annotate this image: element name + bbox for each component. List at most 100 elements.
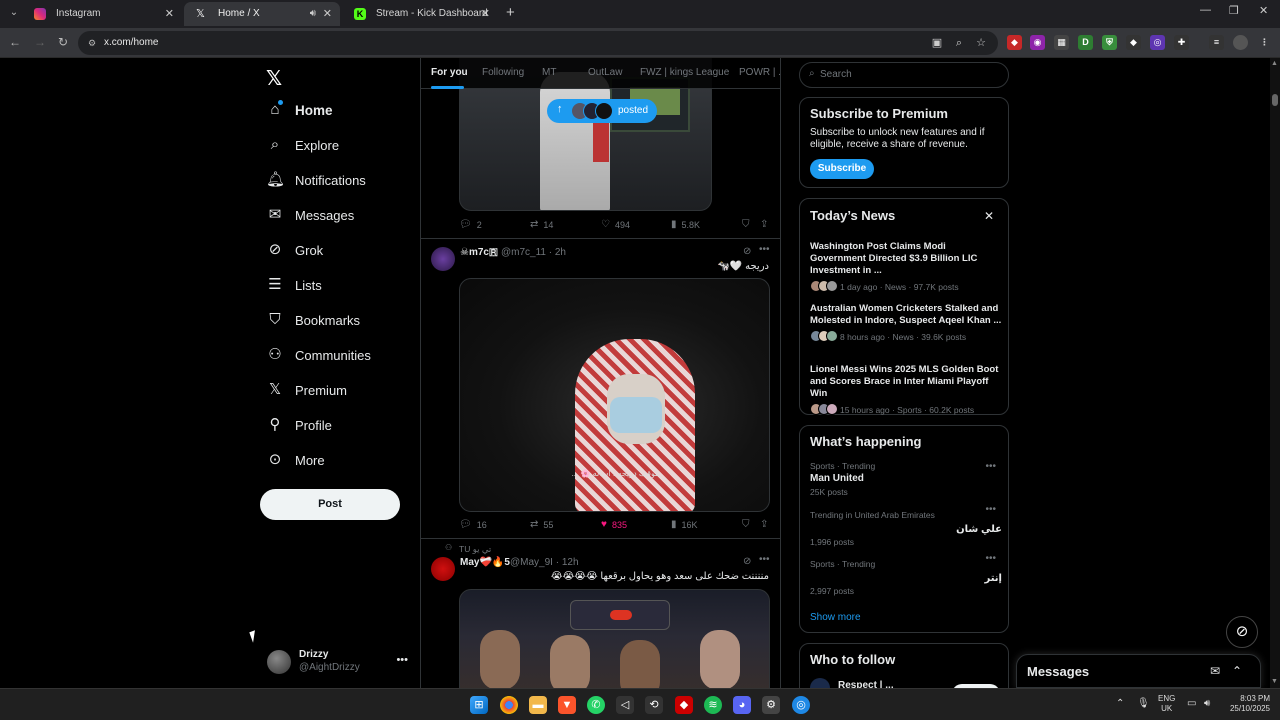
more-dots-icon[interactable]: ••• (985, 504, 996, 515)
app-icon[interactable]: ⟲ (645, 696, 663, 714)
news-item[interactable]: Washington Post Claims Modi Government D… (810, 241, 1002, 294)
scrollbar-thumb[interactable] (1272, 94, 1278, 106)
news-item[interactable]: Lionel Messi Wins 2025 MLS Golden Boot a… (810, 364, 1002, 417)
nav-messages[interactable]: ✉ Messages (266, 202, 355, 228)
subscribe-button[interactable]: Subscribe (810, 159, 874, 179)
bookmark-button[interactable]: ⛉ (742, 219, 755, 230)
close-tab-icon[interactable]: ✕ (481, 2, 490, 26)
nav-communities[interactable]: ⚇ Communities (266, 342, 371, 368)
x-logo-icon[interactable]: 𝕏 (266, 66, 282, 91)
more-dots-icon[interactable]: ••• (985, 461, 996, 472)
like-button[interactable]: ♡ 494 (601, 219, 630, 230)
forward-icon[interactable]: → (32, 34, 48, 50)
more-dots-icon[interactable]: ••• (759, 554, 770, 565)
zoom-icon[interactable]: ⌕ (952, 36, 966, 50)
extension-d-icon[interactable]: D (1078, 35, 1093, 50)
tab-fwz-kings-league[interactable]: FWZ | kings League (640, 67, 729, 78)
more-dots-icon[interactable]: ••• (396, 654, 408, 666)
extensions-puzzle-icon[interactable]: ✚ (1174, 35, 1189, 50)
nav-lists[interactable]: ☰ Lists (266, 272, 321, 298)
tab-mt[interactable]: MT (542, 67, 556, 78)
speaker-icon[interactable]: 🔊︎ (310, 2, 316, 26)
file-explorer-icon[interactable]: ▬ (529, 696, 547, 714)
avatar[interactable] (431, 557, 455, 581)
nav-bookmarks[interactable]: ⛉ Bookmarks (266, 307, 360, 333)
nav-explore[interactable]: ⌕ Explore (266, 132, 339, 158)
nav-more[interactable]: ⊙ More (266, 447, 325, 473)
extension-shield-icon[interactable]: ⛨ (1102, 35, 1117, 50)
tab-following[interactable]: Following (482, 67, 524, 78)
reply-button[interactable]: 💬︎ 16 (459, 519, 487, 530)
extension-diamond-icon[interactable]: ◆ (1126, 35, 1141, 50)
clock[interactable]: 8:03 PM 25/10/2025 (1224, 694, 1270, 714)
url-text[interactable]: x.com/home (104, 31, 158, 55)
grok-icon[interactable]: ⊘ (743, 556, 751, 567)
nav-grok[interactable]: ⊘ Grok (266, 237, 323, 263)
tab-home-x[interactable]: 𝕏 Home / X 🔊︎ ✕ (184, 2, 340, 26)
scroll-up-icon[interactable]: ▲ (1271, 60, 1278, 67)
reload-icon[interactable]: ↻ (55, 34, 71, 50)
app-gear-icon[interactable]: ⚙ (762, 696, 780, 714)
browser-menu-icon[interactable]: ⋮ (1257, 35, 1272, 50)
app-red-icon[interactable]: ◆ (675, 696, 693, 714)
restore-icon[interactable]: ❐ (1229, 4, 1239, 17)
avatar[interactable] (431, 247, 455, 271)
tab-instagram[interactable]: Instagram ✕ (22, 2, 182, 26)
tweet-context[interactable]: تي يو TU (459, 544, 491, 555)
brave-icon[interactable]: ▼ (558, 696, 576, 714)
news-item[interactable]: Australian Women Cricketers Stalked and … (810, 303, 1002, 344)
whatsapp-icon[interactable]: ✆ (587, 696, 605, 714)
views-button[interactable]: ▮ 5.8K (671, 219, 700, 230)
chrome-icon[interactable] (500, 696, 518, 714)
tab-powr[interactable]: POWR | ... (739, 67, 780, 78)
site-info-icon[interactable]: ⚙ (88, 37, 100, 49)
install-app-icon[interactable]: ▣ (930, 36, 944, 50)
close-tab-icon[interactable]: ✕ (165, 2, 174, 26)
trend-item[interactable]: Trending in United Arab Emirates علي شان… (810, 504, 1002, 550)
more-dots-icon[interactable]: ••• (985, 553, 996, 564)
nav-home[interactable]: ⌂ Home (266, 97, 332, 123)
trend-item[interactable]: Sports · Trending Man United 25K posts •… (810, 461, 1002, 501)
extension-purple-icon[interactable]: ◉ (1030, 35, 1045, 50)
tweet-author-name[interactable]: ☠m7c🇷 (460, 247, 498, 258)
input-language[interactable]: ENG UK (1158, 694, 1175, 714)
views-button[interactable]: ▮ 16K (671, 519, 698, 530)
windows-start-icon[interactable]: ⊞ (470, 696, 488, 714)
extension-red-icon[interactable]: ◆ (1007, 35, 1022, 50)
avatar[interactable] (810, 678, 830, 688)
share-button[interactable]: ⇪ (760, 219, 773, 230)
reply-button[interactable]: 💬︎ 2 (459, 219, 482, 230)
grok-icon[interactable]: ⊘ (743, 246, 751, 257)
tweet-author-name[interactable]: May❤️‍🩹🔥5 (460, 557, 510, 568)
nav-premium[interactable]: 𝕏 Premium (266, 377, 347, 403)
volume-icon[interactable]: 🔊︎ (1204, 698, 1210, 709)
close-icon[interactable]: ✕ (984, 209, 994, 223)
more-dots-icon[interactable]: ••• (759, 244, 770, 255)
tweet-author-handle[interactable]: @m7c_11 · 2h (501, 247, 566, 258)
account-switcher[interactable]: Drizzy @AightDrizzy ••• (267, 648, 412, 680)
extension-grid-icon[interactable]: ▦ (1054, 35, 1069, 50)
show-more-link[interactable]: Show more (810, 612, 861, 623)
reading-list-icon[interactable]: ≡ (1209, 35, 1224, 50)
url-bar[interactable]: ⚙ x.com/home ▣ ⌕ ☆ (78, 31, 998, 55)
display-icon[interactable]: ▭ (1187, 698, 1196, 709)
tab-outlaw[interactable]: OutLaw (588, 67, 622, 78)
scroll-down-icon[interactable]: ▼ (1271, 678, 1278, 685)
tab-kick-dashboard[interactable]: K Stream - Kick Dashboard ✕ (342, 2, 498, 26)
like-button[interactable]: ♥ 835 (601, 519, 627, 530)
post-button[interactable]: Post (260, 489, 400, 520)
back-icon[interactable]: ← (7, 34, 23, 50)
close-tab-icon[interactable]: ✕ (323, 2, 332, 26)
app-blue-icon[interactable]: ◎ (792, 696, 810, 714)
tweet-media-video[interactable] (459, 589, 770, 688)
messages-drawer[interactable]: Messages ✉ ⌃ (1016, 654, 1261, 688)
new-posts-pill[interactable]: ↑ posted (547, 99, 657, 123)
nav-profile[interactable]: ⚲ Profile (266, 412, 332, 438)
repost-button[interactable]: ⇄ 55 (530, 519, 553, 530)
tweet-author-handle[interactable]: @May_9I · 12h (510, 557, 579, 568)
tab-search-icon[interactable]: ⌄ (6, 5, 22, 21)
microphone-icon[interactable]: 🎙︎ (1137, 698, 1150, 709)
tab-for-you[interactable]: For you (431, 67, 468, 78)
search-input[interactable]: ⌕ Search (799, 62, 1009, 88)
star-icon[interactable]: ☆ (974, 36, 988, 50)
